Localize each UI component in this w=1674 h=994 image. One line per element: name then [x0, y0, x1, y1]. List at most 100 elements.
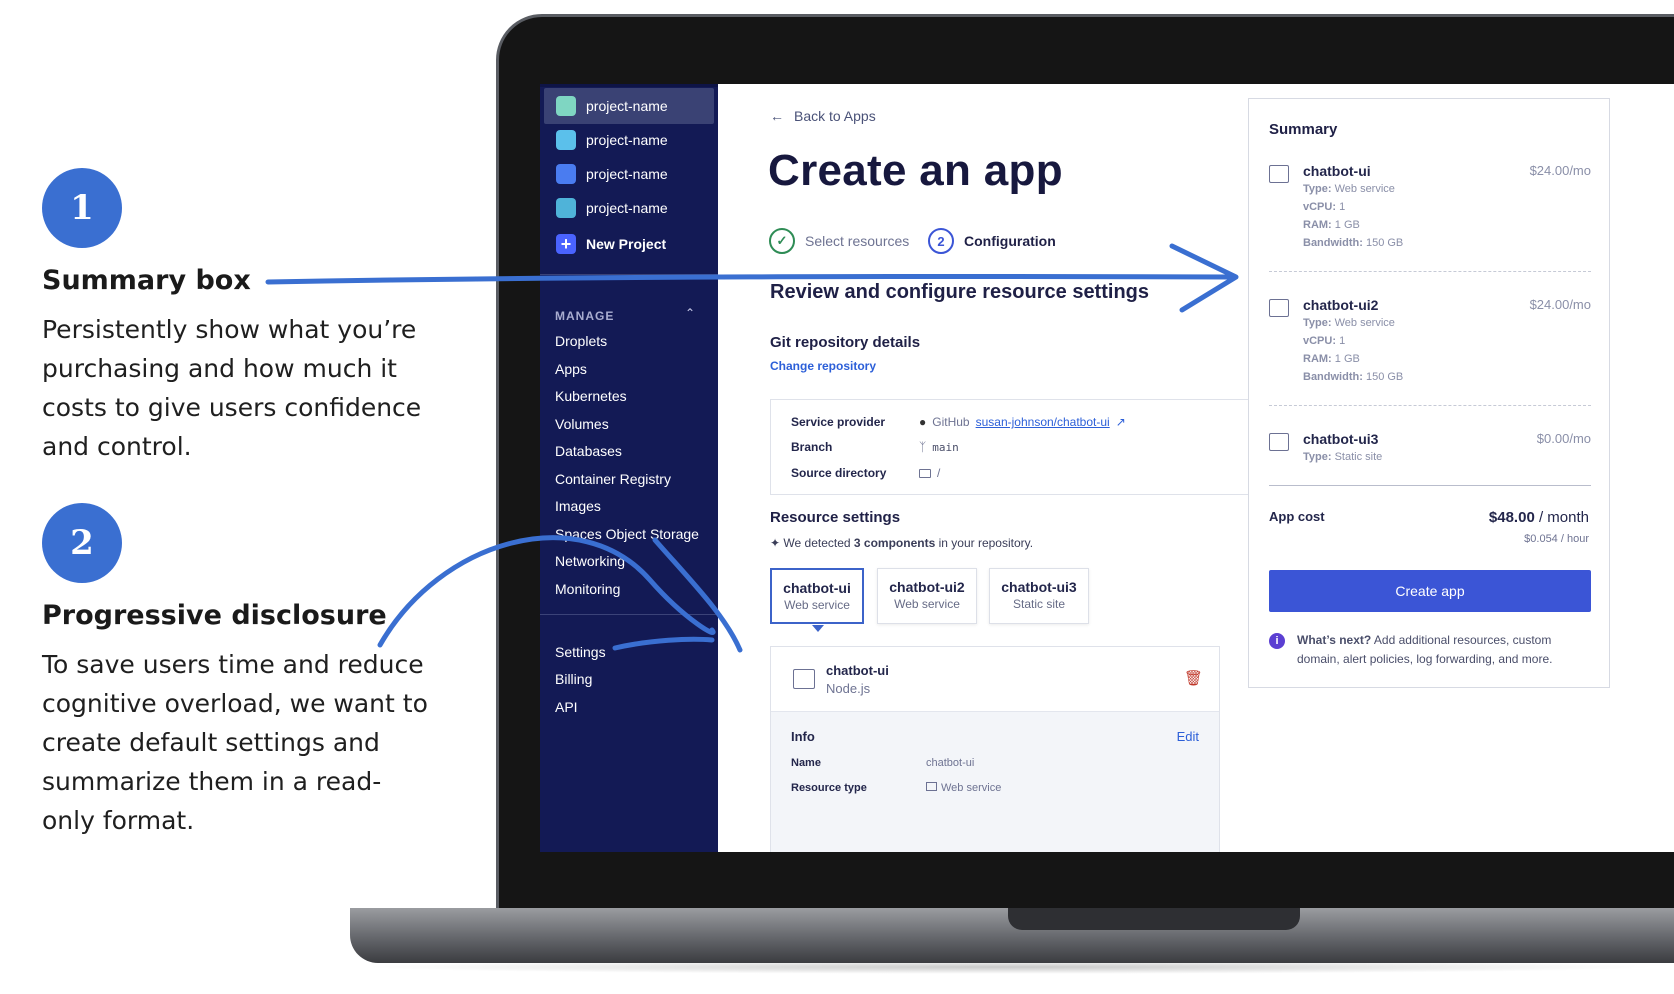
- laptop-screen: project-name project-name project-name p…: [540, 84, 1674, 852]
- step-select-resources[interactable]: ✓ Select resources: [769, 228, 909, 254]
- step-label: Select resources: [805, 233, 910, 249]
- party-icon: ✦: [770, 536, 781, 550]
- sidebar-project-1[interactable]: project-name: [544, 88, 714, 124]
- project-icon: [556, 96, 576, 116]
- tab-type: Static site: [1012, 597, 1066, 611]
- component-tab-chatbot-ui3[interactable]: chatbot-ui3 Static site: [989, 568, 1089, 624]
- repo-link[interactable]: susan-johnson/chatbot-ui: [976, 415, 1110, 429]
- summary-panel: Summary chatbot-ui $24.00/mo Type: Web s…: [1248, 98, 1610, 688]
- sidebar-divider: [540, 274, 718, 275]
- web-service-icon: [1269, 299, 1289, 317]
- component-info-panel: Info Edit Name chatbot-ui Resource type …: [771, 711, 1219, 852]
- sidebar-item-droplets[interactable]: Droplets: [555, 333, 607, 349]
- service-provider-value: ● GitHub susan-johnson/chatbot-ui ↗: [919, 415, 1126, 429]
- app-cost-label: App cost: [1269, 509, 1325, 524]
- detect-suffix: in your repository.: [938, 536, 1034, 550]
- step-number: 2: [928, 228, 954, 254]
- web-service-icon: [793, 669, 815, 689]
- component-name: chatbot-ui: [826, 663, 889, 678]
- summary-item-vcpu: vCPU: 1: [1303, 201, 1346, 213]
- resource-type-label: Resource type: [791, 782, 867, 794]
- annotation-badge-2: 2: [42, 503, 122, 583]
- new-project-button[interactable]: + New Project: [544, 226, 714, 262]
- step-label: Configuration: [964, 233, 1056, 249]
- create-app-button[interactable]: Create app: [1269, 570, 1591, 612]
- project-icon: [556, 164, 576, 184]
- project-icon: [556, 130, 576, 150]
- section-title: Review and configure resource settings: [770, 281, 1149, 303]
- change-repository-link[interactable]: Change repository: [770, 359, 876, 373]
- sidebar-divider: [540, 614, 718, 615]
- sidebar-item-monitoring[interactable]: Monitoring: [555, 581, 620, 597]
- name-label: Name: [791, 757, 821, 769]
- edit-link[interactable]: Edit: [1177, 729, 1199, 744]
- detect-prefix: We detected: [783, 536, 851, 550]
- sidebar-item-networking[interactable]: Networking: [555, 553, 625, 569]
- sidebar-item-spaces[interactable]: Spaces Object Storage: [555, 526, 699, 542]
- source-directory-value: /: [919, 466, 940, 480]
- sidebar-project-4[interactable]: project-name: [544, 190, 714, 226]
- summary-item-price: $24.00/mo: [1529, 163, 1591, 178]
- chevron-up-icon[interactable]: ⌃: [685, 306, 695, 320]
- selected-tab-pointer: [812, 625, 824, 632]
- summary-item-type: Type: Static site: [1303, 451, 1383, 463]
- project-label: project-name: [586, 200, 668, 216]
- summary-item-ram: RAM: 1 GB: [1303, 353, 1360, 365]
- project-label: project-name: [586, 132, 668, 148]
- provider-name: GitHub: [932, 415, 970, 429]
- app-cost-hourly: $0.054 / hour: [1524, 533, 1589, 545]
- back-link[interactable]: ← Back to Apps: [770, 108, 876, 124]
- annotation-body-2: To save users time and reduce cognitive …: [42, 650, 428, 835]
- component-tab-chatbot-ui2[interactable]: chatbot-ui2 Web service: [877, 568, 977, 624]
- summary-item-bandwidth: Bandwidth: 150 GB: [1303, 371, 1404, 383]
- tab-name: chatbot-ui2: [889, 579, 965, 595]
- external-link-icon: ↗: [1115, 415, 1126, 429]
- app-cost-value: $48.00: [1488, 509, 1535, 526]
- summary-item-type: Type: Web service: [1303, 317, 1395, 329]
- sidebar: project-name project-name project-name p…: [540, 84, 718, 852]
- summary-item-bandwidth: Bandwidth: 150 GB: [1303, 237, 1404, 249]
- summary-item-type: Type: Web service: [1303, 183, 1395, 195]
- info-icon: i: [1269, 633, 1285, 649]
- annotation-badge-1: 1: [42, 168, 122, 248]
- trash-icon[interactable]: 🗑: [1184, 669, 1203, 687]
- sidebar-item-api[interactable]: API: [555, 699, 578, 715]
- step-configuration[interactable]: 2 Configuration: [928, 228, 1056, 254]
- component-tab-chatbot-ui[interactable]: chatbot-ui Web service: [770, 568, 864, 624]
- detect-count: 3 components: [853, 536, 936, 550]
- source-directory-label: Source directory: [791, 466, 887, 480]
- manage-heading: MANAGE: [555, 309, 615, 323]
- sidebar-item-volumes[interactable]: Volumes: [555, 416, 609, 432]
- sidebar-item-container-registry[interactable]: Container Registry: [555, 471, 671, 487]
- component-runtime: Node.js: [826, 681, 871, 696]
- branch-label: Branch: [791, 440, 833, 454]
- tab-name: chatbot-ui3: [1001, 579, 1077, 595]
- sidebar-project-2[interactable]: project-name: [544, 122, 714, 158]
- sidebar-item-apps[interactable]: Apps: [555, 361, 587, 377]
- git-heading: Git repository details: [770, 334, 921, 351]
- detection-message: ✦ We detected 3 components in your repos…: [770, 536, 1033, 550]
- project-icon: [556, 198, 576, 218]
- branch-name: main: [932, 440, 959, 454]
- summary-item-chatbot-ui: chatbot-ui $24.00/mo Type: Web service v…: [1269, 163, 1591, 263]
- summary-item-ram: RAM: 1 GB: [1303, 219, 1360, 231]
- annotation-title-1: Summary box: [42, 265, 251, 296]
- sidebar-top-edge: [540, 84, 718, 87]
- summary-item-price: $24.00/mo: [1529, 297, 1591, 312]
- static-site-icon: [1269, 433, 1289, 451]
- sidebar-item-settings[interactable]: Settings: [555, 644, 606, 660]
- sidebar-item-kubernetes[interactable]: Kubernetes: [555, 388, 627, 404]
- sidebar-item-databases[interactable]: Databases: [555, 443, 622, 459]
- sidebar-item-images[interactable]: Images: [555, 498, 601, 514]
- annotation-title-2: Progressive disclosure: [42, 600, 387, 631]
- check-icon: ✓: [769, 228, 795, 254]
- sidebar-item-billing[interactable]: Billing: [555, 671, 592, 687]
- summary-item-name: chatbot-ui: [1303, 163, 1371, 179]
- whats-next-note: i What’s next? Add additional resources,…: [1269, 631, 1591, 669]
- tab-type: Web service: [784, 598, 850, 612]
- sidebar-project-3[interactable]: project-name: [544, 156, 714, 192]
- project-label: project-name: [586, 98, 668, 114]
- branch-icon: ᛉ: [919, 440, 927, 454]
- plus-icon: +: [556, 234, 576, 254]
- whats-next-title: What’s next?: [1297, 633, 1372, 647]
